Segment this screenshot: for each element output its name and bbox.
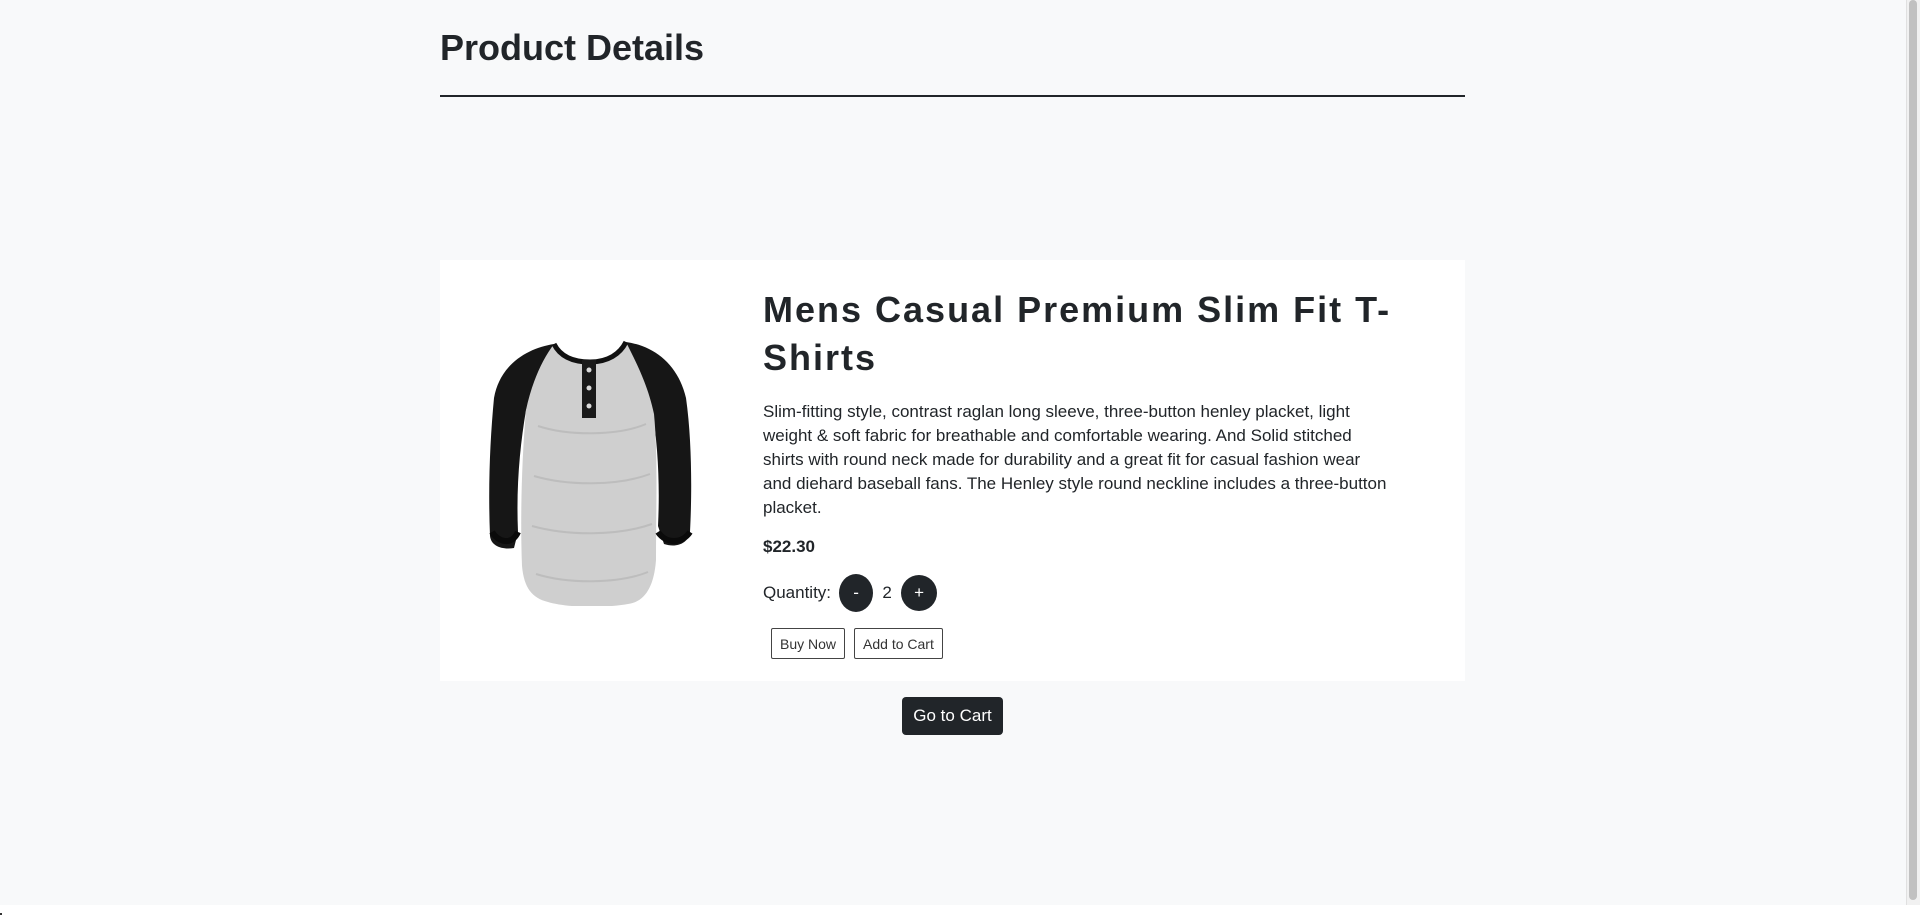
product-description: Slim-fitting style, contrast raglan long…: [763, 402, 1387, 517]
go-to-cart-button[interactable]: Go to Cart: [902, 697, 1003, 735]
raglan-henley-tshirt-image: [489, 340, 693, 606]
title-divider: [440, 95, 1465, 97]
scrollbar-thumb[interactable]: [1909, 0, 1917, 900]
product-price: $22.30: [763, 537, 815, 556]
buy-now-button[interactable]: Buy Now: [771, 628, 846, 659]
increment-quantity-button[interactable]: +: [901, 575, 938, 611]
vertical-scrollbar[interactable]: [1906, 0, 1920, 905]
cursor-marker: [0, 913, 2, 915]
page-title: Product Details: [440, 27, 705, 68]
product-card: Mens Casual Premium Slim Fit T-Shirts Sl…: [440, 260, 1465, 681]
product-info: Mens Casual Premium Slim Fit T-Shirts Sl…: [763, 286, 1393, 659]
add-to-cart-button[interactable]: Add to Cart: [854, 628, 943, 659]
page-viewport: Product Details Mens Casual Premium Slim…: [0, 0, 1920, 905]
quantity-label: Quantity:: [763, 583, 832, 602]
decrement-quantity-button[interactable]: -: [839, 574, 874, 612]
quantity-stepper: Quantity: - 2 +: [763, 574, 1393, 612]
purchase-actions: Buy Now Add to Cart: [771, 628, 1393, 659]
quantity-value: 2: [882, 583, 892, 602]
product-title: Mens Casual Premium Slim Fit T-Shirts: [763, 289, 1392, 378]
bottom-strip: [0, 905, 1920, 920]
